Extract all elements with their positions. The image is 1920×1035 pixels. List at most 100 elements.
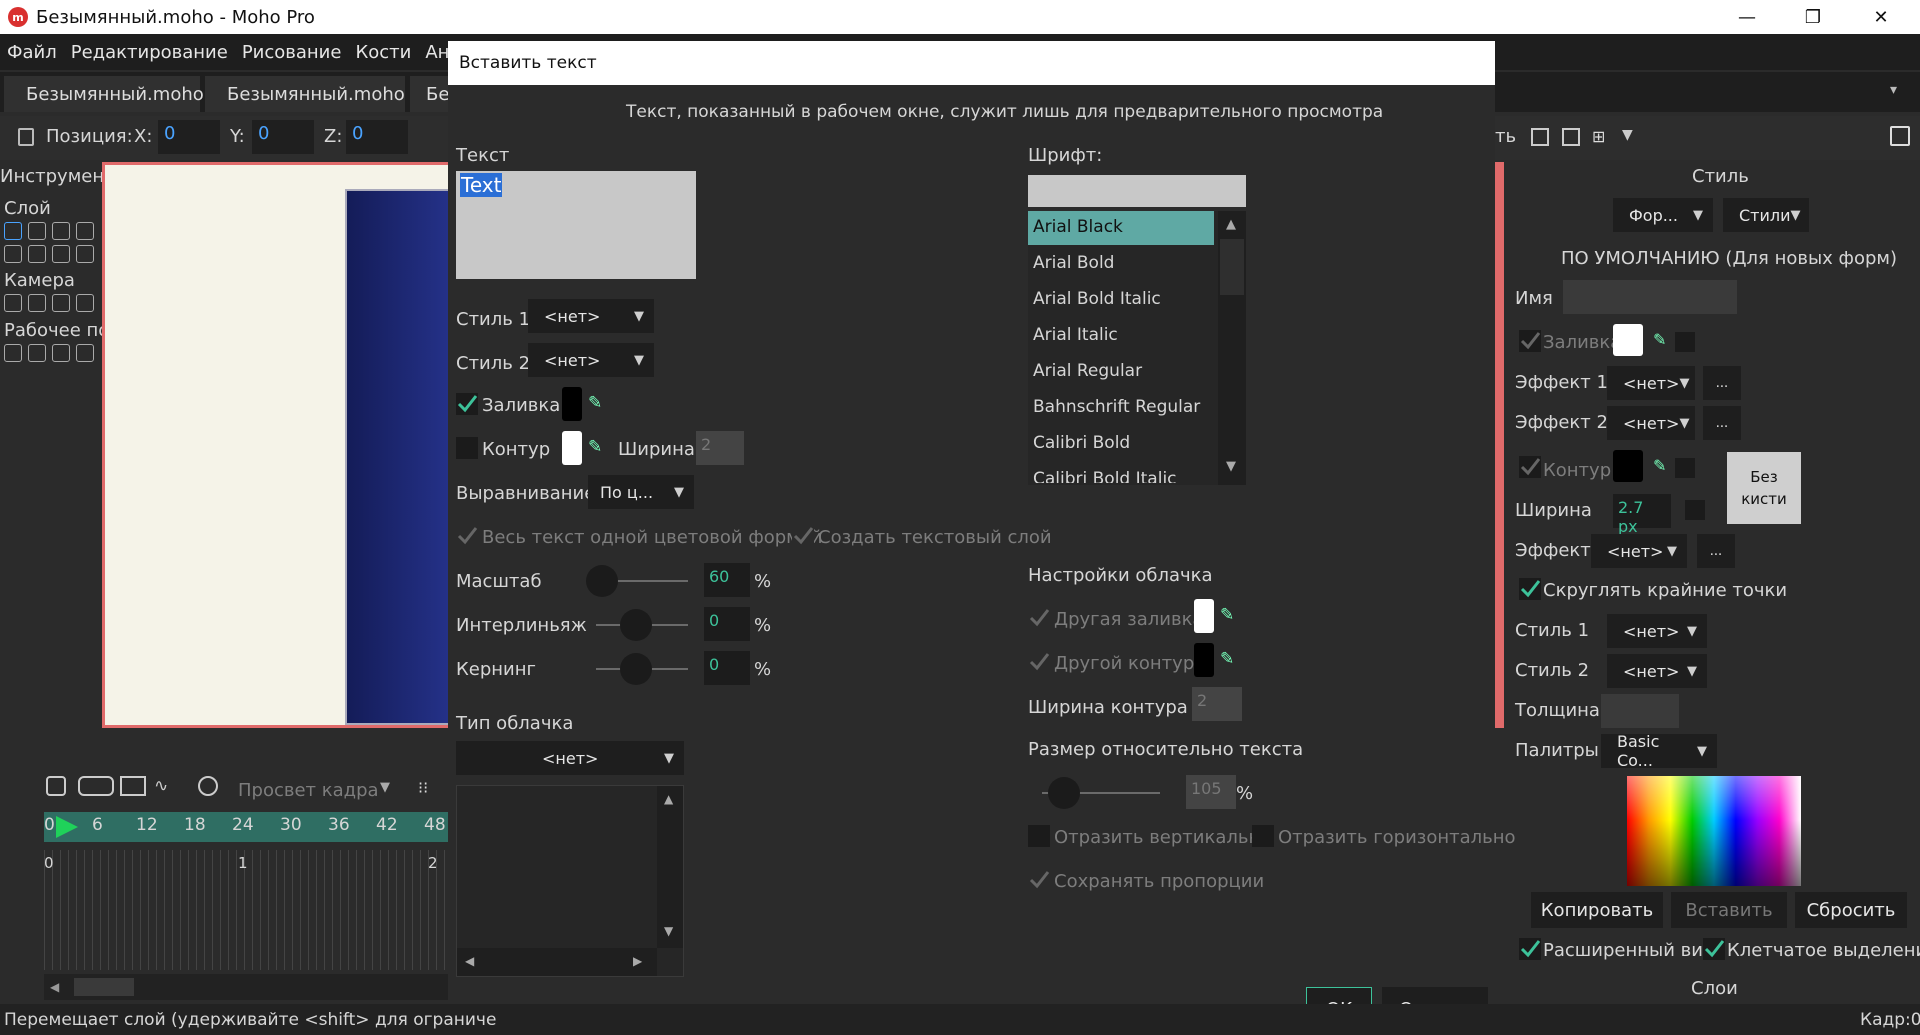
scale-input[interactable]: 60 xyxy=(704,563,750,597)
width-input[interactable]: 2 xyxy=(696,431,744,465)
eyedropper-icon[interactable] xyxy=(76,245,94,263)
onion-dropdown-icon[interactable]: ▼ xyxy=(380,780,390,795)
reset-style-button[interactable]: Сбросить xyxy=(1795,892,1907,928)
font-item[interactable]: Calibri Bold Italic xyxy=(1033,469,1177,483)
effect-more-button[interactable]: ... xyxy=(1697,534,1735,568)
effect1-dropdown[interactable]: <нет> ▼ xyxy=(1607,366,1695,400)
outline-checkbox[interactable] xyxy=(1519,456,1541,478)
bubble-type-dropdown[interactable]: <нет> ▼ xyxy=(456,741,684,775)
minimize-button[interactable]: — xyxy=(1718,0,1776,34)
style2-dropdown[interactable]: <нет> ▼ xyxy=(528,343,654,377)
fill-eyedropper-icon[interactable]: ✎ xyxy=(588,393,602,413)
font-scroll-down-icon[interactable]: ▼ xyxy=(1226,459,1236,474)
panel-style1-dropdown[interactable]: <нет> ▼ xyxy=(1607,614,1707,648)
other-outline-checkbox[interactable] xyxy=(1028,651,1050,673)
leading-slider-knob[interactable] xyxy=(620,609,652,641)
relative-size-slider-knob[interactable] xyxy=(1048,777,1080,809)
font-item[interactable]: Arial Bold Italic xyxy=(1033,289,1161,309)
font-item[interactable]: Bahnschrift Regular xyxy=(1033,397,1200,417)
kerning-input[interactable]: 0 xyxy=(704,651,750,685)
frame-copy-icon[interactable] xyxy=(1562,128,1580,146)
zoom-icon[interactable] xyxy=(28,344,46,362)
copy-style-button[interactable]: Копировать xyxy=(1531,892,1663,928)
scroll-thumb[interactable] xyxy=(74,978,134,996)
font-scroll-thumb[interactable] xyxy=(1220,239,1244,295)
shear-icon[interactable] xyxy=(4,245,22,263)
font-scroll-up-icon[interactable]: ▲ xyxy=(1226,217,1236,232)
restore-button[interactable]: ❐ xyxy=(1784,0,1842,34)
bubble-scroll-right-icon[interactable]: ▶ xyxy=(633,954,642,968)
effect2-more-button[interactable]: ... xyxy=(1703,406,1741,440)
fill-color-swatch[interactable] xyxy=(562,387,582,421)
effect1-more-button[interactable]: ... xyxy=(1703,366,1741,400)
width-input[interactable]: 2.7 px xyxy=(1613,494,1671,536)
extended-view-checkbox[interactable] xyxy=(1519,938,1541,960)
perspective-icon[interactable] xyxy=(76,222,94,240)
color-palette[interactable] xyxy=(1627,776,1801,886)
onion-skin-label[interactable]: Просвет кадра xyxy=(238,780,379,801)
leading-input[interactable]: 0 xyxy=(704,607,750,641)
font-item-selected[interactable]: Arial Black xyxy=(1028,211,1214,245)
scale-layer-icon[interactable] xyxy=(28,222,46,240)
camera-roll-icon[interactable] xyxy=(52,294,70,312)
font-search-input[interactable] xyxy=(1028,175,1246,207)
forms-dropdown[interactable]: Фор... ▼ xyxy=(1613,198,1713,232)
translate-layer-icon[interactable] xyxy=(4,222,22,240)
curve-icon[interactable]: ∿ xyxy=(154,776,184,796)
tabs-scroll-icon[interactable]: ▾ xyxy=(1890,82,1904,104)
checker-select-checkbox[interactable] xyxy=(1703,938,1725,960)
align-dropdown[interactable]: По ц... ▼ xyxy=(588,475,694,509)
loop-icon[interactable] xyxy=(46,776,66,796)
grid-icon[interactable]: ⁝⁝ xyxy=(418,778,428,797)
panel-style2-dropdown[interactable]: <нет> ▼ xyxy=(1607,654,1707,688)
outline-checkbox[interactable] xyxy=(456,437,478,459)
width-extra-checkbox[interactable] xyxy=(1685,500,1705,520)
palettes-dropdown[interactable]: Basic Co... ▼ xyxy=(1601,732,1717,770)
fill-extra-checkbox[interactable] xyxy=(1675,332,1695,352)
fill-eyedropper-icon[interactable]: ✎ xyxy=(1653,330,1666,349)
font-item[interactable]: Arial Bold xyxy=(1033,253,1114,273)
orbit-icon[interactable] xyxy=(76,344,94,362)
font-item[interactable]: Arial Regular xyxy=(1033,361,1142,381)
camera-pan-icon[interactable] xyxy=(76,294,94,312)
close-button[interactable]: ✕ xyxy=(1852,0,1910,34)
keep-proportions-checkbox[interactable] xyxy=(1028,869,1050,891)
scale-slider-knob[interactable] xyxy=(586,565,618,597)
playhead-icon[interactable] xyxy=(56,816,78,838)
x-input[interactable]: 0 xyxy=(158,120,220,154)
keys-icon[interactable] xyxy=(78,776,114,796)
outline-color-swatch[interactable] xyxy=(1613,450,1643,482)
hand-icon[interactable] xyxy=(4,344,22,362)
rotate-workspace-icon[interactable] xyxy=(52,344,70,362)
style-name-input[interactable] xyxy=(1563,280,1737,314)
menu-bones[interactable]: Кости xyxy=(348,42,418,63)
bubble-scroll-down-icon[interactable]: ▼ xyxy=(664,924,673,938)
other-outline-eyedropper-icon[interactable]: ✎ xyxy=(1220,649,1234,669)
fill-color-swatch[interactable] xyxy=(1613,324,1643,356)
outline-eyedropper-icon[interactable]: ✎ xyxy=(588,437,602,457)
round-caps-checkbox[interactable] xyxy=(1519,578,1541,600)
flip-vertical-checkbox[interactable] xyxy=(1028,825,1050,847)
menu-edit[interactable]: Редактирование xyxy=(64,42,235,63)
bubble-list[interactable]: ▲ ▼ ◀ ▶ xyxy=(456,785,684,977)
bubble-scroll-up-icon[interactable]: ▲ xyxy=(664,792,673,806)
book-icon[interactable] xyxy=(1890,126,1910,146)
text-tool-icon[interactable] xyxy=(52,245,70,263)
grid-dropdown-icon[interactable]: ▼ xyxy=(1622,127,1633,143)
text-input[interactable]: Text xyxy=(456,171,696,279)
frame-icon[interactable] xyxy=(1531,128,1549,146)
other-fill-checkbox[interactable] xyxy=(1028,607,1050,629)
bubble-list-vscroll[interactable]: ▲ ▼ xyxy=(657,786,683,948)
sequencer-icon[interactable] xyxy=(120,776,146,796)
tab-document-3[interactable]: Бе xyxy=(410,76,450,112)
scroll-left-icon[interactable]: ◀ xyxy=(50,980,59,994)
relative-size-input[interactable]: 105 xyxy=(1186,775,1236,809)
menu-file[interactable]: Файл xyxy=(0,42,64,63)
fill-checkbox[interactable] xyxy=(456,393,478,415)
grid-options-icon[interactable]: ⊞ xyxy=(1592,127,1614,147)
fill-checkbox[interactable] xyxy=(1519,330,1541,352)
z-input[interactable]: 0 xyxy=(346,120,408,154)
kerning-slider-knob[interactable] xyxy=(620,653,652,685)
camera-zoom-icon[interactable] xyxy=(28,294,46,312)
other-fill-swatch[interactable] xyxy=(1194,599,1214,633)
